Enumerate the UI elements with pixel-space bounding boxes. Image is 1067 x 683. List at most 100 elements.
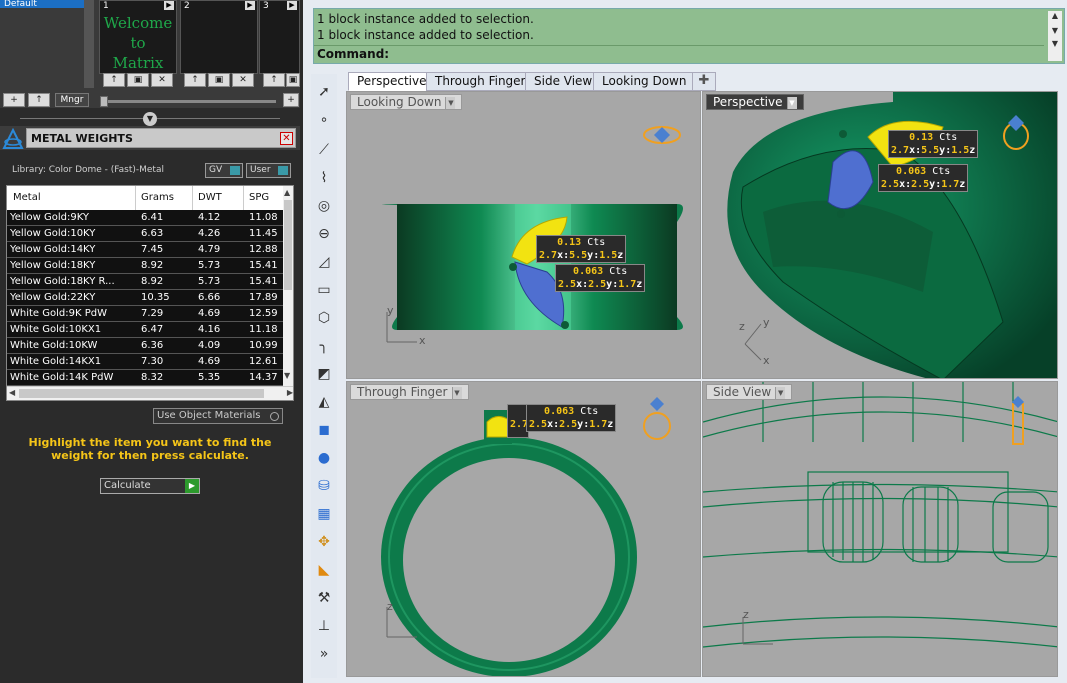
gem-view-icon[interactable]: [1008, 394, 1028, 446]
calculate-button[interactable]: Calculate ▶: [100, 478, 200, 494]
dimension-icon[interactable]: ⊥: [314, 616, 334, 636]
gem-label-big[interactable]: 0.13 Cts 2.7x:5.5y:1.5z: [536, 235, 627, 263]
scroll-left-icon[interactable]: ◀: [9, 388, 15, 397]
viewport-label[interactable]: Perspective ▼: [706, 94, 804, 110]
gv-dropdown[interactable]: GV: [205, 163, 243, 178]
table-row[interactable]: Yellow Gold:18KY 8.92 5.73 15.41: [7, 258, 285, 274]
gem-view-icon[interactable]: [998, 112, 1034, 152]
tab-through-finger[interactable]: Through Finger: [426, 72, 535, 91]
viewport-perspective[interactable]: Perspective ▼ z y x 0.13 Cts 2.7x:5.5y:1.…: [702, 91, 1058, 379]
thumb-arrow-icon[interactable]: ▶: [287, 1, 297, 10]
table-row[interactable]: Yellow Gold:10KY 6.63 4.26 11.45: [7, 226, 285, 242]
cylinder-icon[interactable]: ⛁: [314, 476, 334, 496]
viewport-through-finger[interactable]: Through Finger ▼ z 2.7 0.063 Cts 2.5x:2.5…: [346, 381, 701, 677]
thumb-size-slider[interactable]: [98, 94, 280, 108]
dropdown-icon[interactable]: ▼: [786, 96, 797, 109]
zoom-plus-icon[interactable]: +: [283, 93, 299, 107]
viewport-looking-down[interactable]: Looking Down ▼ y x 0.13 Cts 2.7x:5.5y:1.5…: [346, 91, 701, 379]
table-row[interactable]: White Gold:9K PdW 7.29 4.69 12.59: [7, 306, 285, 322]
scroll-right-icon[interactable]: ▶: [287, 388, 293, 397]
dropdown-icon[interactable]: ▼: [445, 96, 456, 109]
select-arrow-icon[interactable]: ➚: [314, 82, 334, 102]
gem-label-small[interactable]: 0.063 Cts 2.5x:2.5y:1.7z: [878, 164, 969, 192]
command-prompt[interactable]: Command:: [317, 47, 389, 61]
use-object-materials-option[interactable]: Use Object Materials: [153, 408, 283, 424]
polyline-icon[interactable]: ⟋: [314, 140, 334, 160]
table-row[interactable]: White Gold:14K PdW 8.32 5.35 14.37: [7, 370, 285, 386]
layer-thumb-1[interactable]: 1 ▶ Welcome to Matrix: [99, 0, 177, 74]
surface-icon[interactable]: ◩: [314, 364, 334, 384]
more-tools-icon[interactable]: »: [314, 644, 334, 664]
boolean-icon[interactable]: ◣: [314, 560, 334, 580]
col-header-metal[interactable]: Metal: [13, 192, 41, 203]
add-layer-icon[interactable]: +: [3, 93, 25, 107]
curve-icon[interactable]: ⌇: [314, 168, 334, 188]
sphere-icon[interactable]: ●: [314, 448, 334, 468]
table-row[interactable]: Yellow Gold:14KY 7.45 4.79 12.88: [7, 242, 285, 258]
scroll-up-icon[interactable]: ▲: [284, 188, 290, 197]
close-icon[interactable]: ✕: [280, 132, 293, 145]
rectangle-icon[interactable]: ▭: [314, 280, 334, 300]
viewport-side-view[interactable]: Side View ▼ z: [702, 381, 1058, 677]
tab-looking-down[interactable]: Looking Down: [593, 72, 696, 91]
tab-side-view[interactable]: Side View: [525, 72, 602, 91]
slider-handle[interactable]: [100, 96, 108, 107]
thumb-save-icon[interactable]: ▣: [127, 73, 149, 87]
analyze-icon[interactable]: ⚒: [314, 588, 334, 608]
layer-thumb-3[interactable]: 3 ▶: [259, 0, 300, 74]
command-scrollbar[interactable]: ▲ ▼ ▼: [1048, 11, 1062, 61]
thumb-close-icon[interactable]: ✕: [151, 73, 173, 87]
viewport-label[interactable]: Looking Down ▼: [350, 94, 463, 110]
collapse-toggle-icon[interactable]: ▼: [143, 112, 157, 126]
extrude-icon[interactable]: ◭: [314, 392, 334, 412]
thumb-save-icon[interactable]: ▣: [208, 73, 230, 87]
thumb-arrow-icon[interactable]: ▶: [164, 1, 174, 10]
radio-icon[interactable]: [270, 412, 279, 421]
scroll-down-icon[interactable]: ▼: [284, 371, 290, 380]
play-icon[interactable]: ▶: [185, 479, 199, 493]
point-icon[interactable]: ∘: [314, 110, 334, 130]
table-row[interactable]: Yellow Gold:18KY R... 8.92 5.73 15.41: [7, 274, 285, 290]
layer-item-default[interactable]: Default: [0, 0, 92, 9]
thumb-up-icon[interactable]: ↑: [184, 73, 206, 87]
circle-icon[interactable]: ◎: [314, 196, 334, 216]
gem-label-small[interactable]: 0.063 Cts 2.5x:2.5y:1.7z: [555, 264, 646, 292]
ellipse-icon[interactable]: ⊖: [314, 224, 334, 244]
gem-view-icon[interactable]: [642, 394, 672, 444]
user-dropdown[interactable]: User: [246, 163, 291, 178]
thumb-close-icon[interactable]: ✕: [232, 73, 254, 87]
tab-perspective[interactable]: Perspective: [348, 72, 436, 91]
col-header-dwt[interactable]: DWT: [198, 192, 222, 203]
thumb-up-icon[interactable]: ↑: [103, 73, 125, 87]
box-icon[interactable]: ◼: [314, 420, 334, 440]
thumb-save-icon[interactable]: ▣: [286, 73, 300, 87]
scroll-thumb[interactable]: [284, 200, 292, 290]
layer-scrollbar[interactable]: [84, 0, 94, 88]
gem-label-small[interactable]: 0.063 Cts 2.5x:2.5y:1.7z: [526, 404, 617, 432]
col-header-grams[interactable]: Grams: [141, 192, 174, 203]
thumb-up-icon[interactable]: ↑: [263, 73, 285, 87]
scroll-down-icon[interactable]: ▼: [1048, 39, 1062, 48]
dropdown-icon[interactable]: ▼: [775, 386, 786, 399]
viewport-label[interactable]: Through Finger ▼: [350, 384, 469, 400]
thumb-arrow-icon[interactable]: ▶: [245, 1, 255, 10]
add-tab-icon[interactable]: ✚: [692, 72, 716, 91]
manager-button[interactable]: Mngr: [55, 93, 89, 107]
gem-label-big[interactable]: 0.13 Cts 2.7x:5.5y:1.5z: [888, 130, 979, 158]
fillet-icon[interactable]: ╮: [314, 336, 334, 356]
move-up-icon[interactable]: ↑: [28, 93, 50, 107]
polygon-icon[interactable]: ⬡: [314, 308, 334, 328]
table-row[interactable]: White Gold:10KX1 6.47 4.16 11.18: [7, 322, 285, 338]
table-row[interactable]: Yellow Gold:9KY 6.41 4.12 11.08: [7, 210, 285, 226]
scroll-up-icon[interactable]: ▲: [1048, 11, 1062, 20]
scroll-down-icon[interactable]: ▼: [1048, 26, 1062, 35]
gem-view-icon[interactable]: [642, 124, 682, 146]
table-hscroll[interactable]: ◀ ▶: [7, 386, 293, 400]
col-header-spg[interactable]: SPG: [249, 192, 269, 203]
scroll-thumb[interactable]: [19, 389, 264, 398]
table-row[interactable]: White Gold:14KX1 7.30 4.69 12.61: [7, 354, 285, 370]
table-row[interactable]: Yellow Gold:22KY 10.35 6.66 17.89: [7, 290, 285, 306]
arc-icon[interactable]: ◿: [314, 252, 334, 272]
dropdown-icon[interactable]: ▼: [451, 386, 462, 399]
viewport-label[interactable]: Side View ▼: [706, 384, 793, 400]
